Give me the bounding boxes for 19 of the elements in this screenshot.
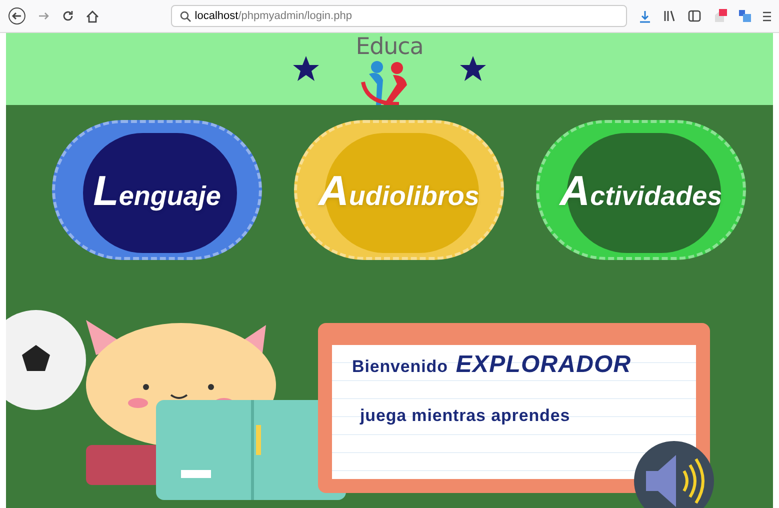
download-icon[interactable] — [639, 10, 651, 22]
site-title: Educa — [356, 34, 424, 60]
extension-icon[interactable] — [713, 9, 727, 23]
home-icon[interactable] — [86, 10, 99, 22]
search-icon — [180, 10, 191, 22]
menu-icon[interactable] — [763, 10, 771, 22]
forward-icon[interactable] — [38, 10, 50, 22]
greeting-text: Bienvenido — [352, 356, 448, 378]
address-bar[interactable]: localhost/phpmyadmin/login.php — [170, 5, 627, 27]
sidebar-icon[interactable] — [688, 10, 701, 22]
extension-icon[interactable] — [739, 10, 751, 22]
subtitle-text: juega mientras aprendes — [358, 405, 572, 427]
star-icon — [459, 55, 488, 83]
reload-icon[interactable] — [62, 10, 74, 22]
explorer-text: EXPLORADOR — [456, 350, 632, 380]
star-icon — [292, 55, 320, 83]
back-icon[interactable] — [8, 7, 26, 25]
url-text: localhost/phpmyadmin/login.php — [194, 8, 352, 24]
library-icon[interactable] — [663, 10, 676, 22]
